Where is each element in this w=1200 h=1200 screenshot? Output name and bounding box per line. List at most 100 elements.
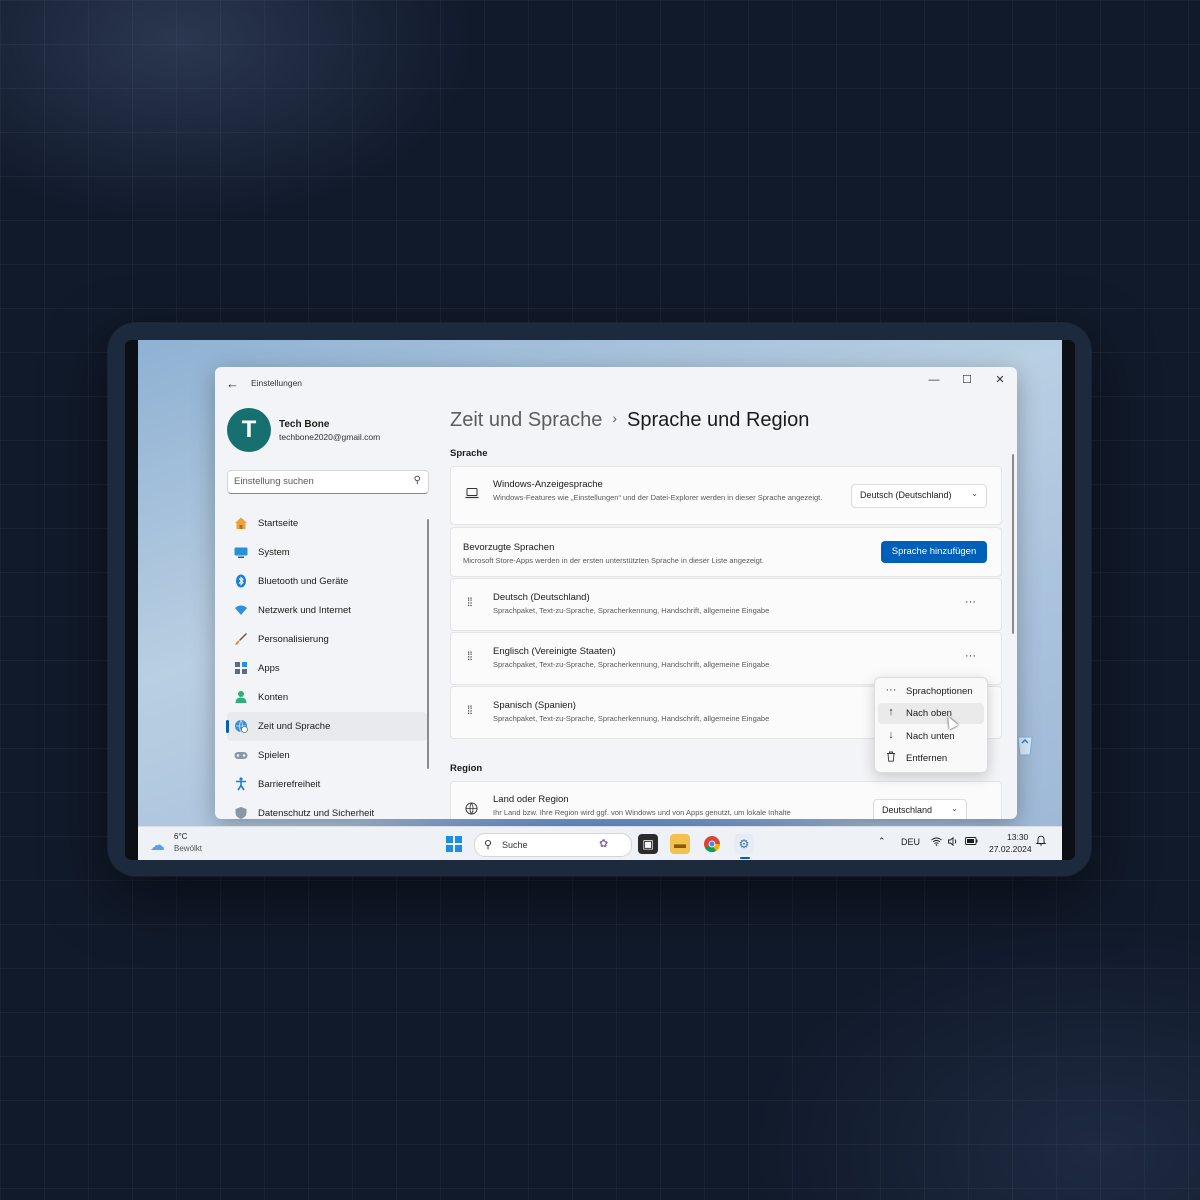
sidebar-item-bluetooth[interactable]: Bluetooth und Geräte: [227, 567, 427, 596]
account-icon: [234, 690, 248, 704]
back-arrow-icon[interactable]: ←: [226, 376, 239, 391]
battery-icon[interactable]: [965, 837, 978, 847]
more-icon: ···: [885, 684, 897, 696]
monitor-icon: [234, 545, 248, 559]
language-name: Englisch (Vereinigte Staaten): [493, 646, 616, 657]
arrow-down-icon: ↓: [888, 729, 894, 741]
language-name: Spanisch (Spanien): [493, 700, 576, 711]
windows-start-icon[interactable]: [446, 836, 462, 852]
drag-handle-icon[interactable]: ⁞⁞: [467, 650, 477, 667]
sidebar-item-system[interactable]: System: [227, 538, 427, 567]
taskbar-search[interactable]: ⚲ Suche ✿: [474, 833, 632, 857]
sidebar-item-label: System: [258, 547, 290, 558]
language-row[interactable]: ⁞⁞ Deutsch (Deutschland) Sprachpaket, Te…: [450, 578, 1002, 631]
app-title: Einstellungen: [251, 378, 303, 388]
laptop-icon: [465, 487, 479, 502]
sidebar-item-barrierefreiheit[interactable]: Barrierefreiheit: [227, 770, 427, 799]
sidebar-item-konten[interactable]: Konten: [227, 683, 427, 712]
chrome-icon[interactable]: [702, 834, 722, 854]
settings-gear-icon[interactable]: ⚙: [734, 834, 754, 854]
settings-search[interactable]: ⚲: [227, 470, 429, 494]
taskbar: ☁ 6°C Bewölkt ⚲ Suche ✿ ▣ ▬ ⚙ ⌃ DEU 13:3…: [138, 826, 1062, 860]
sidebar-item-spielen[interactable]: Spielen: [227, 741, 427, 770]
sidebar-item-zeit-und-sprache[interactable]: Zeit und Sprache: [226, 712, 427, 741]
weather-temperature[interactable]: 6°C: [174, 832, 187, 841]
display-language-card: Windows-Anzeigesprache Windows-Features …: [450, 466, 1002, 525]
chevron-up-icon[interactable]: ⌃: [878, 836, 886, 847]
input-language[interactable]: DEU: [901, 837, 920, 847]
search-input[interactable]: [234, 474, 404, 489]
arrow-up-icon: ↑: [888, 706, 894, 718]
recycle-bin-icon[interactable]: [1015, 732, 1035, 756]
clock-time[interactable]: 13:30: [1007, 832, 1028, 842]
display-language-dropdown[interactable]: Deutsch (Deutschland) ⌄: [851, 484, 987, 508]
menu-item-sprachoptionen[interactable]: ··· Sprachoptionen: [878, 681, 984, 702]
maximize-button[interactable]: ☐: [952, 370, 982, 390]
add-language-button[interactable]: Sprache hinzufügen: [881, 541, 987, 563]
notification-bell-icon[interactable]: [1035, 835, 1047, 848]
close-button[interactable]: ✕: [985, 370, 1015, 390]
menu-item-nach-unten[interactable]: ↓ Nach unten: [878, 726, 984, 747]
card-description: Microsoft Store-Apps werden in der erste…: [463, 556, 764, 565]
drag-handle-icon[interactable]: ⁞⁞: [467, 596, 477, 613]
wifi-icon: [234, 603, 248, 617]
chevron-down-icon: ⌄: [951, 804, 958, 813]
card-title: Land oder Region: [493, 794, 569, 805]
sidebar-item-label: Datenschutz und Sicherheit: [258, 808, 375, 819]
breadcrumb-parent[interactable]: Zeit und Sprache: [450, 409, 602, 431]
content-scrollbar[interactable]: [1012, 454, 1014, 634]
wifi-icon[interactable]: [931, 837, 942, 848]
sidebar-item-datenschutz[interactable]: Datenschutz und Sicherheit: [227, 799, 427, 819]
menu-item-entfernen[interactable]: Entfernen: [878, 748, 984, 769]
minimize-button[interactable]: —: [919, 370, 949, 390]
search-icon[interactable]: ⚲: [414, 475, 421, 486]
weather-condition[interactable]: Bewölkt: [174, 844, 202, 853]
sidebar-item-label: Apps: [258, 663, 280, 674]
country-dropdown[interactable]: Deutschland ⌄: [873, 799, 967, 819]
dropdown-value: Deutsch (Deutschland): [860, 490, 952, 500]
sidebar-item-personalisierung[interactable]: Personalisierung: [227, 625, 427, 654]
language-features: Sprachpaket, Text-zu-Sprache, Spracherke…: [493, 606, 770, 615]
chevron-right-icon: ›: [612, 410, 617, 426]
more-options-icon[interactable]: ···: [965, 650, 976, 662]
volume-icon[interactable]: [948, 836, 959, 848]
language-features: Sprachpaket, Text-zu-Sprache, Spracherke…: [493, 660, 770, 669]
cloud-icon[interactable]: ☁: [150, 836, 165, 854]
sidebar-item-label: Zeit und Sprache: [258, 721, 331, 732]
sidebar-item-apps[interactable]: Apps: [227, 654, 427, 683]
user-email: techbone2020@gmail.com: [279, 432, 381, 442]
preferred-languages-card: Bevorzugte Sprachen Microsoft Store-Apps…: [450, 527, 1002, 577]
sidebar-item-label: Personalisierung: [258, 634, 329, 645]
card-title: Windows-Anzeigesprache: [493, 479, 603, 490]
file-explorer-icon[interactable]: ▬: [670, 834, 690, 854]
more-options-icon[interactable]: ···: [965, 596, 976, 608]
task-view-icon[interactable]: ▣: [638, 834, 658, 854]
dropdown-value: Deutschland: [882, 805, 933, 815]
country-region-card: Land oder Region Ihr Land bzw. Ihre Regi…: [450, 781, 1002, 819]
title-bar: ← Einstellungen — ☐ ✕: [215, 367, 1017, 399]
language-name: Deutsch (Deutschland): [493, 592, 590, 603]
menu-item-label: Sprachoptionen: [906, 686, 973, 697]
language-context-menu: ··· Sprachoptionen ↑ Nach oben ↓ Nach un…: [874, 677, 988, 773]
gamepad-icon: [234, 748, 248, 762]
desktop-screen: ← Einstellungen — ☐ ✕ T Tech Bone techbo…: [138, 340, 1062, 860]
active-app-indicator: [740, 857, 750, 859]
taskbar-search-label: Suche: [502, 840, 528, 850]
sidebar-item-label: Barrierefreiheit: [258, 779, 321, 790]
menu-item-nach-oben[interactable]: ↑ Nach oben: [878, 703, 984, 724]
clock-date[interactable]: 27.02.2024: [989, 844, 1032, 854]
page-title: Sprache und Region: [627, 409, 810, 431]
avatar[interactable]: T: [227, 408, 271, 452]
sidebar-item-netzwerk[interactable]: Netzwerk und Internet: [227, 596, 427, 625]
drag-handle-icon[interactable]: ⁞⁞: [467, 704, 477, 721]
home-icon: [234, 516, 248, 530]
card-description: Ihr Land bzw. Ihre Region wird ggf. von …: [493, 808, 791, 817]
sidebar-item-startseite[interactable]: Startseite: [227, 509, 427, 538]
sidebar-item-label: Bluetooth und Geräte: [258, 576, 349, 587]
section-heading-region: Region: [450, 763, 483, 774]
apps-icon: [234, 661, 248, 675]
sidebar-item-label: Netzwerk und Internet: [258, 605, 351, 616]
sidebar-scrollbar[interactable]: [427, 519, 429, 769]
card-title: Bevorzugte Sprachen: [463, 542, 555, 553]
sidebar-item-label: Startseite: [258, 518, 299, 529]
